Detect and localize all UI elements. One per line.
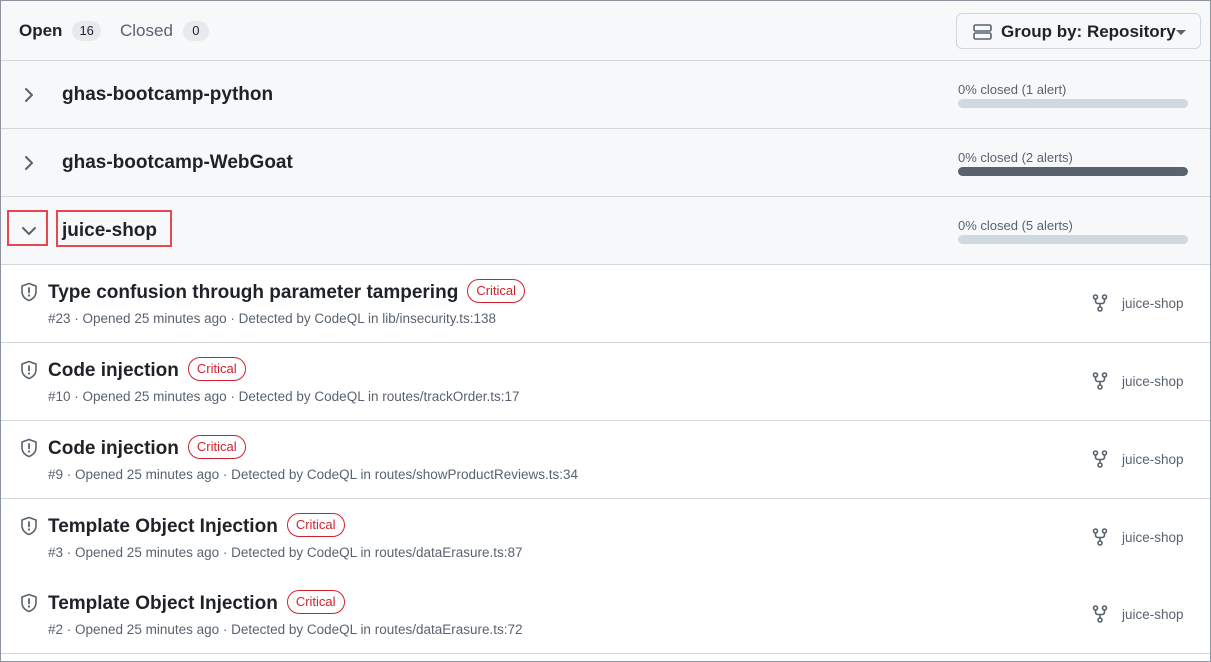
- alert-meta: #23 · Opened 25 minutes ago · Detected b…: [48, 311, 497, 326]
- rows-icon: [973, 24, 992, 40]
- repo-group-name[interactable]: ghas-bootcamp-python: [62, 84, 273, 106]
- tab-open-label: Open: [19, 21, 63, 40]
- shield-alert-icon: [21, 282, 37, 302]
- repo-progress-bar: [958, 99, 1188, 108]
- alert-repo-link[interactable]: juice-shop: [1122, 607, 1184, 622]
- alert-repo-link[interactable]: juice-shop: [1122, 452, 1184, 467]
- alert-repo-link[interactable]: juice-shop: [1122, 374, 1184, 389]
- severity-badge: Critical: [286, 590, 345, 614]
- alert-repo-link[interactable]: juice-shop: [1122, 530, 1184, 545]
- repo-group-ghas-bootcamp-webgoat: ghas-bootcamp-WebGoat 0% closed (2 alert…: [1, 129, 1210, 197]
- alert-row[interactable]: Template Object Injection Critical #3 · O…: [1, 499, 1210, 577]
- repo-group-ghas-bootcamp-python: ghas-bootcamp-python 0% closed (1 alert): [1, 61, 1210, 129]
- repo-progress-text: 0% closed (2 alerts): [958, 150, 1073, 165]
- alert-row[interactable]: Type confusion through parameter tamperi…: [1, 265, 1210, 343]
- alert-title: Template Object Injection: [48, 593, 278, 614]
- severity-badge: Critical: [467, 279, 526, 303]
- repo-forked-icon: [1092, 450, 1108, 468]
- highlight-box-repo-name: [56, 210, 172, 247]
- repo-progress-bar: [958, 167, 1188, 176]
- shield-alert-icon: [21, 438, 37, 458]
- shield-alert-icon: [21, 593, 37, 613]
- alert-title-link[interactable]: Template Object Injection Critical: [48, 590, 345, 615]
- repo-group-name[interactable]: ghas-bootcamp-WebGoat: [62, 152, 293, 174]
- alert-row[interactable]: Code injection Critical #10 · Opened 25 m…: [1, 343, 1210, 421]
- severity-badge: Critical: [187, 357, 246, 381]
- tab-closed-label: Closed: [120, 21, 173, 40]
- repo-progress-text: 0% closed (5 alerts): [958, 218, 1073, 233]
- alert-title-link[interactable]: Code injection Critical: [48, 435, 246, 460]
- shield-alert-icon: [21, 360, 37, 380]
- closed-count-badge: 0: [182, 21, 209, 41]
- alert-meta: #9 · Opened 25 minutes ago · Detected by…: [48, 467, 579, 482]
- alert-title: Template Object Injection: [48, 516, 278, 537]
- code-scanning-alerts-panel: Open 16 Closed 0 Group by: Repository gh…: [0, 0, 1211, 662]
- highlight-box-chevron: [7, 210, 48, 246]
- alert-row[interactable]: Code injection Critical #9 · Opened 25 mi…: [1, 421, 1210, 499]
- alert-title: Type confusion through parameter tamperi…: [48, 282, 459, 303]
- alert-title-link[interactable]: Type confusion through parameter tamperi…: [48, 279, 526, 304]
- severity-badge: Critical: [286, 513, 345, 537]
- repo-forked-icon: [1092, 528, 1108, 546]
- severity-badge: Critical: [187, 435, 246, 459]
- repo-forked-icon: [1092, 372, 1108, 390]
- alert-meta: #3 · Opened 25 minutes ago · Detected by…: [48, 545, 523, 560]
- repo-forked-icon: [1092, 605, 1108, 623]
- chevron-down-icon: [1176, 30, 1186, 35]
- alert-title: Code injection: [48, 438, 179, 459]
- alerts-header: Open 16 Closed 0 Group by: Repository: [1, 1, 1210, 61]
- alert-title-link[interactable]: Code injection Critical: [48, 357, 246, 382]
- repo-forked-icon: [1092, 294, 1108, 312]
- alert-title-link[interactable]: Template Object Injection Critical: [48, 513, 345, 538]
- alert-meta: #2 · Opened 25 minutes ago · Detected by…: [48, 622, 523, 637]
- chevron-right-icon[interactable]: [19, 153, 39, 173]
- repo-progress-text: 0% closed (1 alert): [958, 82, 1067, 97]
- group-by-label: Group by: Repository: [1001, 22, 1176, 41]
- chevron-right-icon[interactable]: [19, 85, 39, 105]
- open-count-badge: 16: [72, 21, 101, 41]
- tab-open[interactable]: Open 16: [19, 1, 101, 61]
- alert-title: Code injection: [48, 360, 179, 381]
- alert-row[interactable]: Template Object Injection Critical #2 · O…: [1, 576, 1210, 654]
- shield-alert-icon: [21, 516, 37, 536]
- repo-progress-bar: [958, 235, 1188, 244]
- alert-repo-link[interactable]: juice-shop: [1122, 296, 1184, 311]
- group-by-button[interactable]: Group by: Repository: [956, 13, 1201, 49]
- tab-closed[interactable]: Closed 0: [120, 1, 209, 61]
- alert-meta: #10 · Opened 25 minutes ago · Detected b…: [48, 389, 520, 404]
- repo-group-juice-shop: juice-shop 0% closed (5 alerts): [1, 197, 1210, 265]
